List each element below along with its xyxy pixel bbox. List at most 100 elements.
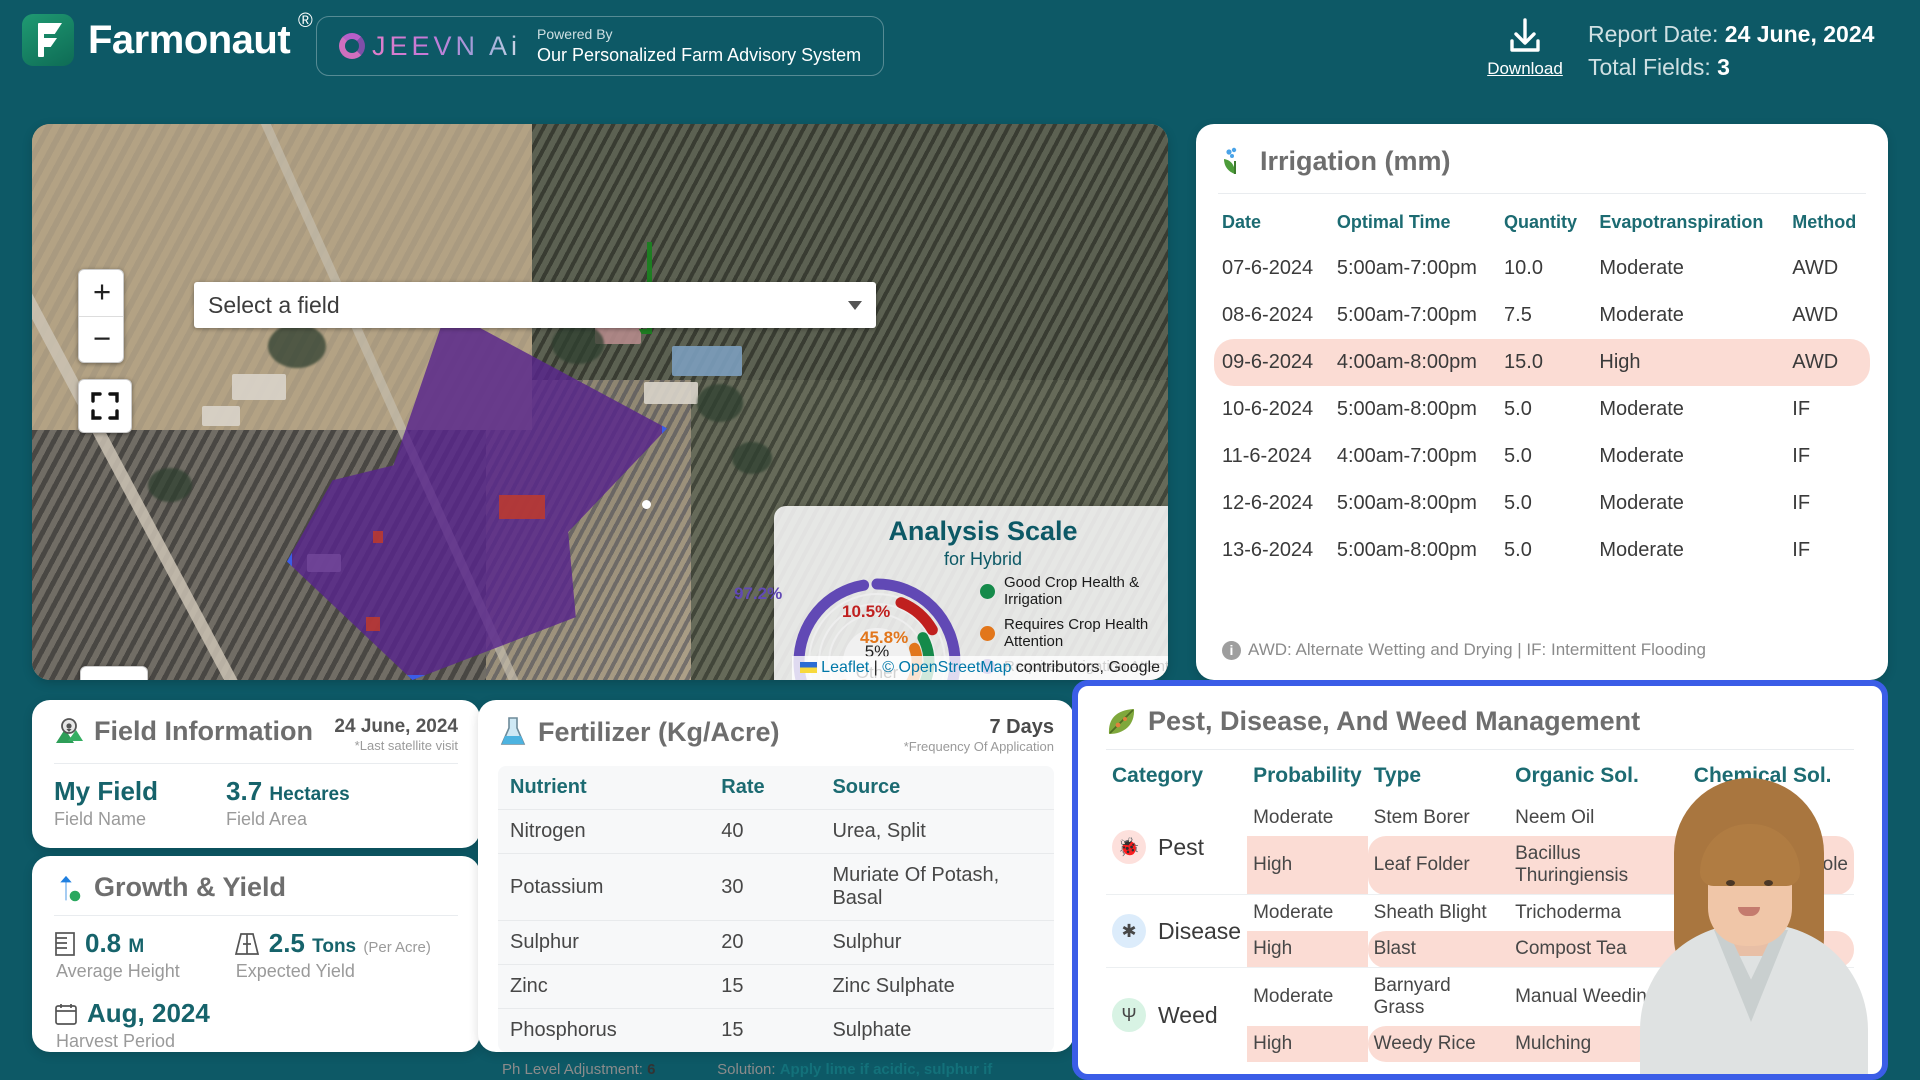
field-select-dropdown[interactable]: Select a field [194, 282, 876, 328]
analysis-subtitle: for Hybrid [943, 549, 1023, 569]
pest-category-cell: Ψ Weed [1106, 967, 1248, 1062]
fertilizer-nutrient: Phosphorus [498, 1008, 710, 1052]
leaflet-link[interactable]: Leaflet [821, 659, 869, 676]
attribution-rest: contributors, Google [1015, 659, 1160, 676]
jeevn-ai-badge: JEEVN Ai Powered By Our Personalized Far… [316, 16, 885, 76]
zoom-in-button[interactable]: + [79, 270, 123, 316]
pest-type: Leaf Folder [1367, 836, 1510, 895]
osm-link[interactable]: © OpenStreetMap [882, 659, 1011, 676]
height-ruler-icon [55, 931, 75, 956]
fertilizer-rate: 40 [709, 809, 821, 854]
map-panel[interactable]: + − Select a field 50 m 300 ft Analysis [32, 124, 1168, 680]
pest-category-cell: 🐞 Pest [1106, 800, 1247, 895]
irrigation-date: 11-6-2024 [1222, 445, 1312, 467]
fertilizer-frequency: 7 Days *Frequency Of Application [904, 716, 1054, 754]
fertilizer-footer: Ph Level Adjustment: 6 ph Solution: Appl… [498, 1061, 1054, 1080]
table-row: 13-6-2024 5:00am-8:00pm 5.0 Moderate IF [1214, 527, 1870, 574]
pest-probability: Moderate [1247, 894, 1368, 931]
avg-height-unit: M [128, 936, 145, 957]
harvest-period-value: Aug, 2024 [87, 998, 210, 1028]
jeevn-tagline: Powered By Our Personalized Farm Advisor… [537, 26, 861, 66]
field-select-placeholder: Select a field [208, 291, 340, 318]
download-button[interactable]: Download [1478, 14, 1572, 79]
report-date-row: Report Date: 24 June, 2024 [1588, 18, 1874, 51]
total-fields-value: 3 [1717, 54, 1730, 81]
fertilizer-table: Nutrient Rate Source Nitrogen 40 Urea, Spl… [498, 766, 1054, 1052]
map-pin-icon [56, 717, 83, 743]
irrigation-date: 08-6-2024 [1222, 304, 1314, 326]
table-row: 12-6-2024 5:00am-8:00pm 5.0 Moderate IF [1214, 480, 1870, 527]
pest-probability: High [1247, 931, 1368, 968]
attribution-separator: | [873, 659, 878, 676]
chevron-down-icon [848, 300, 862, 310]
irrigation-method: IF [1792, 492, 1811, 514]
harvest-period-stat: Aug, 2024 Harvest Period [54, 998, 458, 1052]
irrigation-footnote: i AWD: Alternate Wetting and Drying | IF… [1222, 640, 1706, 660]
download-label: Download [1487, 59, 1563, 78]
table-row: 08-6-2024 5:00am-7:00pm 7.5 Moderate AWD [1214, 292, 1870, 339]
zoom-controls[interactable]: + − [78, 269, 124, 363]
fertilizer-days: 7 Days [989, 716, 1055, 738]
table-header-row: Nutrient Rate Source [498, 766, 1054, 810]
expected-yield-label: Expected Yield [235, 961, 355, 981]
col-optimal-time: Optimal Time [1336, 212, 1451, 232]
total-fields-row: Total Fields: 3 [1588, 51, 1874, 84]
col-type: Type [1373, 764, 1422, 787]
jeevn-ring-icon [339, 33, 365, 59]
growth-yield-title: Growth & Yield [94, 872, 287, 902]
table-row: 10-6-2024 5:00am-8:00pm 5.0 Moderate IF [1214, 386, 1870, 433]
powered-by-label: Powered By [537, 26, 613, 42]
irrigation-method: AWD [1792, 257, 1839, 279]
pest-category-name: Weed [1158, 1001, 1218, 1028]
fertilizer-source: Sulphate [820, 1008, 1054, 1052]
table-row: 07-6-2024 5:00am-7:00pm 10.0 Moderate AWD [1214, 245, 1870, 292]
field-information-title: Field Information [94, 716, 313, 746]
jeevn-logo: JEEVN Ai [339, 31, 521, 62]
harvest-period-label: Harvest Period [56, 1031, 176, 1051]
col-source: Source [832, 776, 901, 798]
registered-mark: ® [297, 9, 313, 32]
zoom-out-button[interactable]: − [79, 316, 123, 362]
pest-probability: High [1247, 1026, 1368, 1062]
fertilizer-title: Fertilizer (Kg/Acre) [538, 716, 780, 747]
diseased-leaf-icon [1108, 708, 1135, 734]
expected-yield-stat: 2.5 Tons (Per Acre) Expected Yield [234, 928, 431, 982]
pct-critical: 10.5% [842, 602, 891, 621]
col-evapotranspiration: Evapotranspiration [1599, 212, 1764, 232]
irrigation-method: AWD [1792, 304, 1839, 326]
fullscreen-button[interactable] [78, 379, 132, 433]
pest-type: Sheath Blight [1367, 894, 1510, 931]
pest-probability: High [1247, 836, 1368, 895]
field-information-header: Field Information [54, 716, 313, 747]
pest-title: Pest, Disease, And Weed Management [1148, 706, 1641, 736]
fertilizer-source: Sulphur [820, 920, 1054, 965]
analysis-title: Analysis Scale [888, 516, 1078, 546]
irrigation-time: 4:00am-8:00pm [1328, 339, 1497, 386]
brand: Farmonaut ® [22, 10, 313, 66]
fertilizer-days-note: *Frequency Of Application [903, 739, 1054, 754]
table-row: Potassium 30 Muriate Of Potash, Basal [498, 853, 1054, 921]
pest-type: Blast [1367, 931, 1510, 968]
expected-yield-paren: (Per Acre) [363, 939, 431, 956]
irrigation-date: 12-6-2024 [1222, 492, 1314, 514]
pest-type: Barnyard Grass [1367, 967, 1510, 1026]
field-visit-date: 24 June, 2024 [334, 716, 458, 737]
advisory-system-label: Our Personalized Farm Advisory System [537, 44, 862, 65]
irrigation-method: IF [1792, 445, 1811, 467]
irrigation-method: AWD [1784, 339, 1870, 386]
fertilizer-panel: Fertilizer (Kg/Acre) 7 Days *Frequency O… [478, 700, 1074, 1080]
field-area-label: Field Area [226, 809, 308, 829]
pest-category-cell: ✱ Disease [1106, 894, 1248, 968]
measure-button[interactable] [80, 666, 148, 680]
fertilizer-nutrient: Potassium [498, 853, 710, 921]
fertilizer-nutrient: Sulphur [498, 920, 710, 965]
legend-color-crop-attention [980, 625, 995, 641]
table-row: 11-6-2024 4:00am-7:00pm 5.0 Moderate IF [1214, 433, 1870, 480]
irrigation-method: IF [1792, 539, 1811, 561]
irrigation-date: 09-6-2024 [1214, 339, 1329, 386]
fertilizer-rate: 15 [709, 1008, 821, 1052]
fertilizer-rate: 20 [709, 920, 821, 965]
field-visit-note: *Last satellite visit [354, 738, 458, 753]
col-nutrient: Nutrient [510, 776, 587, 798]
field-name-label: Field Name [54, 809, 147, 829]
